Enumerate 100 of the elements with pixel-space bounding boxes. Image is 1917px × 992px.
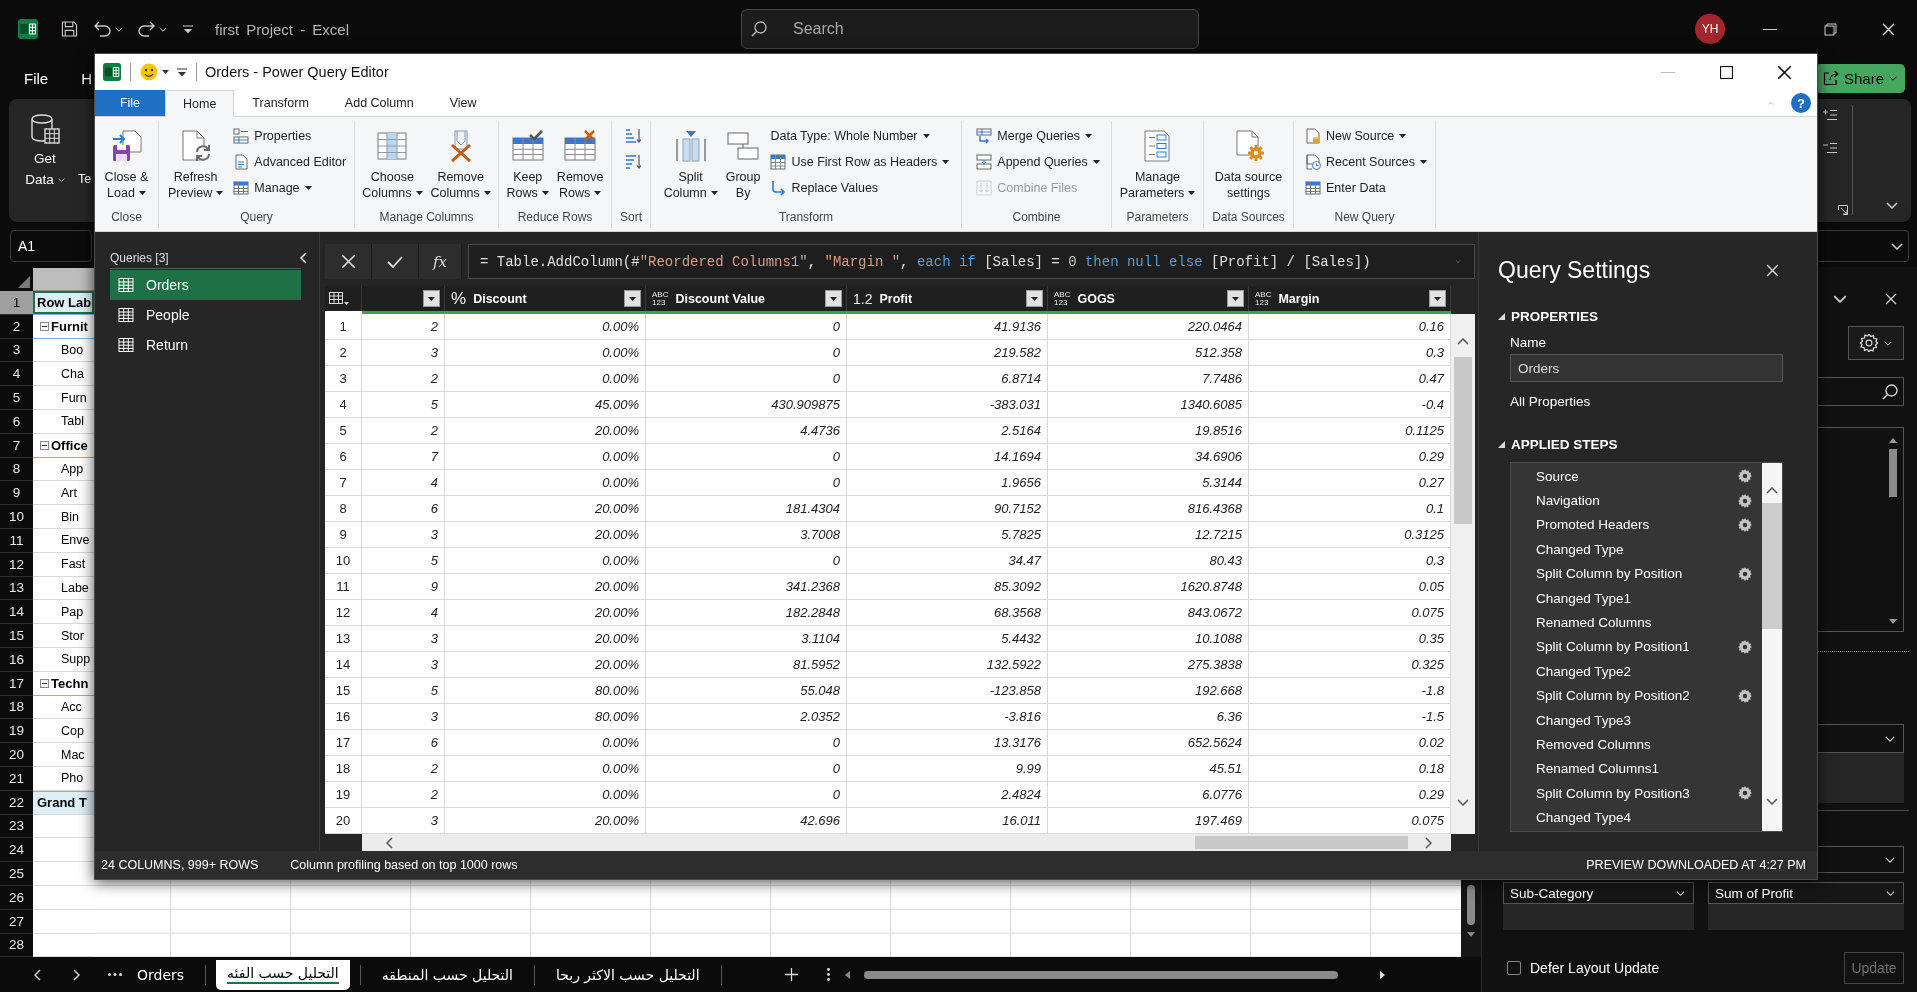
ribbon-button[interactable]: Close & Load xyxy=(100,121,153,206)
ribbon-button[interactable]: Append Queries xyxy=(973,149,1103,175)
insert-function-button[interactable]: fx xyxy=(419,244,462,279)
data-type-label[interactable]: ABC 123 xyxy=(1054,290,1071,307)
menu-item[interactable]: H xyxy=(81,69,92,87)
query-item[interactable]: Return xyxy=(110,330,301,360)
filter-button[interactable] xyxy=(624,290,641,307)
column-name[interactable]: Discount Value xyxy=(675,291,766,306)
row-number[interactable]: 1 xyxy=(0,291,33,315)
filter-button[interactable] xyxy=(825,290,842,307)
dropdown[interactable]: Sub-Category xyxy=(1503,882,1694,904)
filter-button[interactable] xyxy=(1227,290,1244,307)
applied-step[interactable]: Changed Type1 xyxy=(1511,585,1762,611)
ribbon-button[interactable]: Remove Rows xyxy=(552,121,608,206)
column-name[interactable]: Margin xyxy=(1278,291,1320,306)
collapse-icon[interactable] xyxy=(40,321,49,331)
ribbon-tab[interactable]: Transform xyxy=(234,90,327,116)
query-item[interactable]: Orders xyxy=(110,270,301,300)
applied-step[interactable]: Split Column by Position2 xyxy=(1511,683,1762,708)
formula-field[interactable]: = Table.AddColumn(#"Reordered Columns1", "Margin ", each if [Sales] = 0 then null else [Profit] / [Sales]) xyxy=(468,244,1475,279)
applied-step[interactable]: Changed Type3 xyxy=(1511,707,1762,733)
close-button[interactable] xyxy=(1885,293,1897,305)
ribbon-tab[interactable]: View xyxy=(431,90,495,116)
applied-step[interactable]: Renamed Columns xyxy=(1511,610,1762,635)
scroll-thumb[interactable] xyxy=(1889,449,1897,497)
settings-button[interactable] xyxy=(1848,326,1904,360)
scroll-thumb[interactable] xyxy=(1467,885,1475,925)
collapse-triangle-icon[interactable] xyxy=(1498,440,1505,448)
applied-step[interactable]: Navigation xyxy=(1511,488,1762,513)
query-item[interactable]: People xyxy=(110,300,301,330)
scrollbar[interactable] xyxy=(1451,314,1475,834)
ribbon-button[interactable]: Use First Row as Headers xyxy=(767,149,953,175)
ribbon-button[interactable]: Te xyxy=(78,169,92,190)
collapse-icon[interactable] xyxy=(40,678,49,688)
cancel-button[interactable] xyxy=(325,244,372,279)
field-area[interactable] xyxy=(1708,904,1904,930)
applied-step[interactable]: Changed Type xyxy=(1511,537,1762,562)
spreadsheet-cell[interactable] xyxy=(33,814,94,839)
applied-step[interactable]: Promoted Headers xyxy=(1511,512,1762,538)
ribbon-button[interactable]: Enter Data xyxy=(1302,175,1430,201)
scroll-thumb[interactable] xyxy=(1195,836,1408,849)
select-all-icon[interactable] xyxy=(18,276,30,288)
ribbon-button[interactable]: Split Column xyxy=(659,121,722,206)
ribbon-button[interactable]: Properties xyxy=(230,123,350,149)
ribbon-button[interactable]: Recent Sources xyxy=(1302,149,1430,175)
ribbon-button[interactable]: Choose Columns xyxy=(358,121,427,206)
spreadsheet-cell[interactable] xyxy=(33,933,94,957)
confirm-button[interactable] xyxy=(372,244,419,279)
search-field[interactable]: Search xyxy=(741,9,1199,49)
table-menu-button[interactable] xyxy=(329,291,349,306)
ribbon-button[interactable]: Keep Rows xyxy=(502,121,553,206)
ribbon-button[interactable]: Manage xyxy=(230,175,350,201)
filter-button[interactable] xyxy=(1026,290,1043,307)
help-button[interactable]: ? xyxy=(1791,93,1811,113)
applied-step[interactable]: Changed Type4 xyxy=(1511,805,1762,830)
field-area[interactable] xyxy=(1818,753,1904,803)
collapse-triangle-icon[interactable] xyxy=(1498,312,1505,320)
ribbon-button[interactable]: Refresh Preview xyxy=(163,121,228,206)
applied-step[interactable]: Split Column by Position3 xyxy=(1511,781,1762,806)
applied-step[interactable]: Renamed Columns1 xyxy=(1511,756,1762,782)
applied-step[interactable]: Changed Type2 xyxy=(1511,659,1762,684)
collapse-icon[interactable] xyxy=(40,440,49,450)
scrollbar[interactable] xyxy=(1762,463,1782,831)
ribbon-button[interactable]: Remove Columns xyxy=(426,121,495,206)
dropdown[interactable]: Sum of Profit xyxy=(1708,882,1904,904)
column-name[interactable]: GOGS xyxy=(1077,291,1115,306)
collapse-pane-button[interactable] xyxy=(300,252,307,264)
ribbon-button[interactable]: Manage Parameters xyxy=(1115,121,1200,206)
ribbon-button[interactable]: Data Type: Whole Number xyxy=(767,123,953,149)
spreadsheet-cell[interactable] xyxy=(33,909,94,934)
checkbox[interactable] xyxy=(1507,961,1521,975)
ribbon-button[interactable]: New Source xyxy=(1302,123,1430,149)
scroll-thumb[interactable] xyxy=(1762,503,1782,629)
share-button[interactable]: Share xyxy=(1815,63,1905,93)
ribbon-tab[interactable]: Home xyxy=(165,90,235,117)
ribbon-button[interactable]: Advanced Editor xyxy=(230,149,350,175)
all-properties-link[interactable]: All Properties xyxy=(1510,393,1591,411)
name-field[interactable]: Orders xyxy=(1510,354,1783,382)
column-name[interactable]: Profit xyxy=(879,291,913,306)
applied-step[interactable]: Removed Columns xyxy=(1511,732,1762,757)
data-type-label[interactable]: ABC 123 xyxy=(652,290,669,307)
filter-button[interactable] xyxy=(423,290,440,307)
scroll-thumb[interactable] xyxy=(863,970,1338,979)
data-type-label[interactable]: ABC 123 xyxy=(1255,290,1272,307)
ribbon-options-button[interactable] xyxy=(1883,199,1901,212)
spreadsheet-cell[interactable] xyxy=(33,862,94,886)
sheet-tab[interactable]: التحليل حسب المنطقه xyxy=(370,959,524,990)
search-field[interactable] xyxy=(1818,377,1904,406)
applied-step[interactable]: Split Column by Position xyxy=(1511,561,1762,586)
get-data-button[interactable]: Get Data xyxy=(15,114,75,190)
data-type-label[interactable]: 1.2 xyxy=(853,290,873,307)
avatar[interactable]: YH xyxy=(1695,14,1725,44)
options-button[interactable] xyxy=(1833,295,1847,303)
scrollbar[interactable] xyxy=(362,834,1451,851)
column-name[interactable]: Discount xyxy=(473,291,527,306)
menu-item[interactable]: File xyxy=(24,69,49,87)
scrollbar[interactable] xyxy=(1461,880,1481,957)
data-type-label[interactable]: % xyxy=(451,289,467,308)
applied-step[interactable]: Source xyxy=(1511,464,1762,489)
close-button[interactable] xyxy=(1766,263,1779,277)
